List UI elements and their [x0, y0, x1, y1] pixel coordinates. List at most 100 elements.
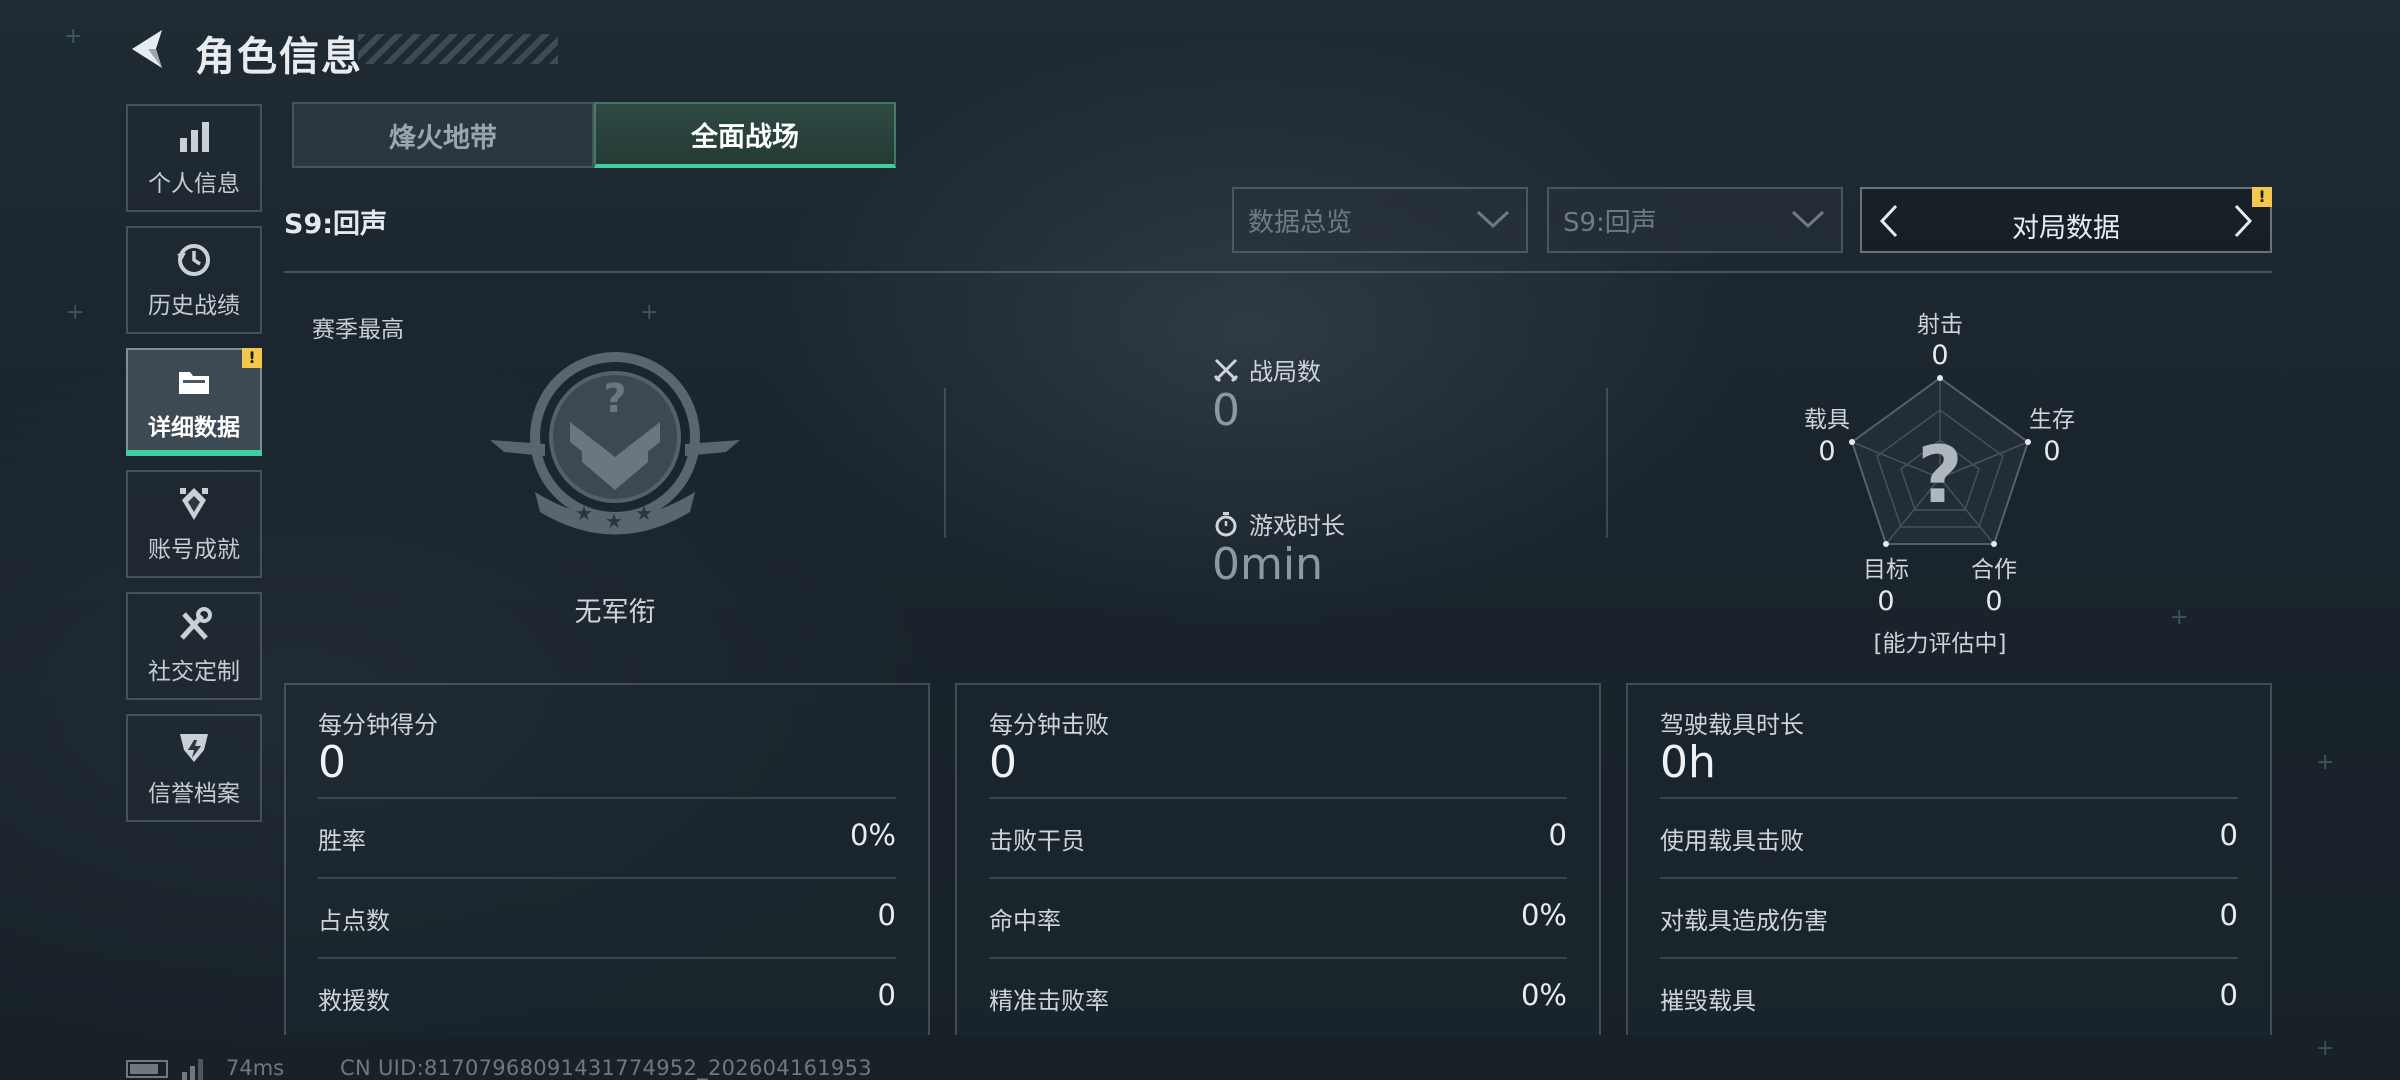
dropdown-value: 数据总览: [1248, 207, 1353, 238]
tools-icon: [180, 607, 212, 640]
season-best-label: 赛季最高: [312, 317, 404, 343]
warning-badge: !: [242, 348, 262, 368]
stat-row-label: 使用载具击败: [1660, 827, 1804, 855]
ping-readout: 74ms: [226, 1056, 285, 1080]
matches-label: 战局数: [1249, 358, 1321, 386]
chevron-down-icon: [1791, 210, 1825, 229]
playtime-stat-header: 游戏时长: [1213, 506, 1345, 541]
sidebar-item-label: 详细数据: [148, 415, 240, 441]
radar-axis-label: 生存: [2029, 407, 2075, 433]
decor-plus-mark: +: [640, 300, 659, 325]
stat-row-label: 救援数: [318, 987, 390, 1015]
matches-value: 0: [1212, 385, 1240, 436]
row-divider: [1660, 797, 2238, 799]
svg-text:★: ★: [635, 501, 653, 525]
folder-icon: [179, 372, 209, 394]
svg-text:★: ★: [605, 509, 623, 533]
row-divider: [989, 957, 1567, 959]
row-divider: [989, 877, 1567, 879]
panel-title: 驾驶载具时长: [1660, 711, 1804, 739]
tab-hazard-zone[interactable]: 烽火地带: [292, 102, 594, 168]
stat-row-value: 0%: [849, 818, 896, 852]
sidebar-item-credit[interactable]: 信誉档案: [126, 714, 262, 822]
header-divider: [284, 271, 2272, 273]
row-divider: [318, 797, 896, 799]
sidebar-item-personal-info[interactable]: 个人信息: [126, 104, 262, 212]
stat-row-label: 击败干员: [989, 827, 1085, 855]
radar-axis-value: 0: [1985, 586, 2003, 617]
row-divider: [318, 957, 896, 959]
panel-value: 0h: [1660, 737, 1716, 788]
score-stats-panel: 每分钟得分 0 胜率 0% 占点数 0 救援数 0: [284, 683, 930, 1035]
stat-row-value: 0: [877, 898, 896, 932]
row-divider: [989, 797, 1567, 799]
next-arrow-button[interactable]: [2228, 203, 2258, 239]
data-type-dropdown[interactable]: 数据总览: [1232, 187, 1528, 253]
achievement-icon: [180, 488, 208, 520]
history-clock-icon: [177, 244, 210, 276]
stat-row-value: 0%: [1520, 978, 1567, 1012]
radar-axis-value: 0: [1818, 436, 1836, 467]
mode-tabs: 烽火地带 全面战场: [292, 102, 896, 168]
svg-text:★: ★: [575, 501, 593, 525]
stat-row-value: 0: [2219, 818, 2238, 852]
battery-icon: [126, 1060, 168, 1078]
crossed-swords-icon: [1213, 358, 1239, 382]
sidebar-item-detailed-data[interactable]: ! 详细数据: [126, 348, 262, 456]
sidebar-item-achievements[interactable]: 账号成就: [126, 470, 262, 578]
radar-axis-label: 目标: [1863, 557, 1909, 583]
switcher-label: 对局数据: [2012, 213, 2120, 244]
panel-value: 0: [318, 737, 346, 788]
bar-chart-icon: [180, 122, 209, 152]
stat-row-label: 胜率: [318, 827, 366, 855]
decor-plus-mark: +: [64, 24, 83, 49]
stat-row-label: 对载具造成伤害: [1660, 907, 1828, 935]
stat-type-switcher: 对局数据 !: [1860, 187, 2272, 253]
tab-full-battlefield[interactable]: 全面战场: [594, 102, 896, 168]
radar-axis-label: 载具: [1804, 407, 1850, 433]
radar-axis-value: 0: [1877, 586, 1895, 617]
sidebar-item-label: 历史战绩: [148, 293, 240, 319]
sidebar-item-history[interactable]: 历史战绩: [126, 226, 262, 334]
stat-row-value: 0: [1548, 818, 1567, 852]
radar-axis-label: 合作: [1971, 557, 2017, 583]
matches-stat-header: 战局数: [1213, 352, 1321, 387]
decor-plus-mark: +: [66, 300, 85, 325]
chevron-down-icon: [1476, 210, 1510, 229]
svg-text:?: ?: [603, 376, 626, 422]
page-title: 角色信息: [195, 34, 363, 80]
back-button[interactable]: [126, 26, 172, 72]
row-divider: [1660, 877, 2238, 879]
stat-row-label: 占点数: [318, 907, 390, 935]
warning-badge: !: [2252, 187, 2272, 207]
panel-value: 0: [989, 737, 1017, 788]
sidebar-item-social[interactable]: 社交定制: [126, 592, 262, 700]
radar-axis-value: 0: [2043, 436, 2061, 467]
row-divider: [1660, 957, 2238, 959]
panel-title: 每分钟得分: [318, 711, 438, 739]
sidebar-item-label: 信誉档案: [148, 781, 240, 807]
sidebar-item-label: 账号成就: [148, 537, 240, 563]
stat-row-value: 0: [2219, 898, 2238, 932]
back-arrow-icon: [132, 30, 162, 68]
stopwatch-icon: [1215, 511, 1237, 536]
kill-stats-panel: 每分钟击败 0 击败干员 0 命中率 0% 精准击败率 0%: [955, 683, 1601, 1035]
credit-shield-icon: [180, 734, 208, 762]
title-stripes-decoration: [358, 34, 558, 64]
radar-center-mark: ?: [1917, 431, 1962, 521]
radar-axis-value: 0: [1931, 340, 1949, 371]
radar-axis-label: 射击: [1917, 312, 1963, 338]
decor-plus-mark: +: [2316, 1036, 2335, 1061]
decor-plus-mark: +: [2170, 605, 2189, 630]
stat-row-value: 0%: [1520, 898, 1567, 932]
chevron-right-icon: [2234, 204, 2253, 238]
dropdown-value: S9:回声: [1563, 207, 1657, 238]
section-divider: [1606, 388, 1608, 538]
season-dropdown[interactable]: S9:回声: [1547, 187, 1843, 253]
radar-status: [能力评估中]: [1873, 631, 2007, 657]
user-uid: CN UID:81707968091431774952_202604161953: [340, 1056, 872, 1080]
stat-row-label: 精准击败率: [989, 987, 1109, 1015]
decor-plus-mark: +: [2316, 750, 2335, 775]
stat-row-value: 0: [877, 978, 896, 1012]
row-divider: [318, 877, 896, 879]
